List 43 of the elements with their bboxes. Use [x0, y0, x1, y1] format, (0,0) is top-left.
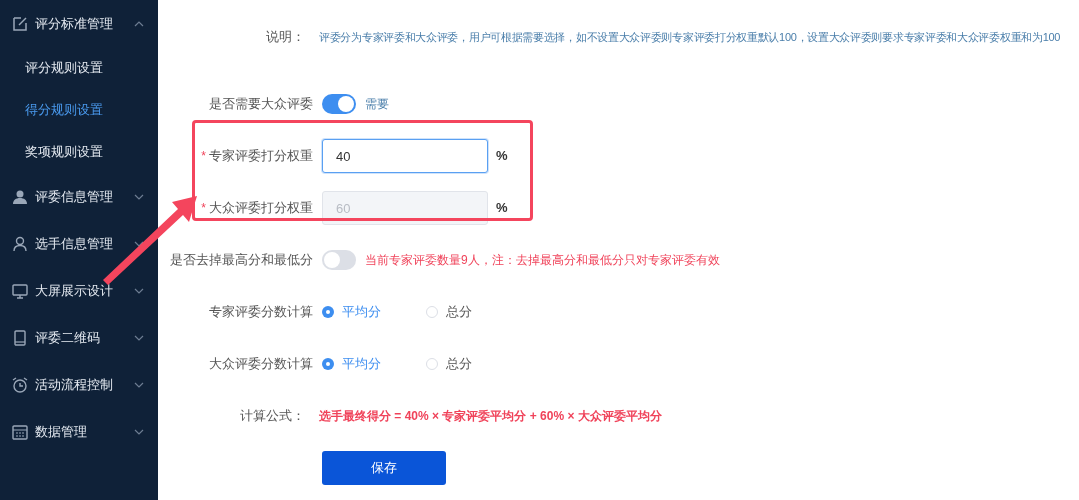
sidebar-item[interactable]: 评委信息管理 — [0, 173, 158, 220]
field-label: 专家评委打分权重 — [209, 147, 313, 166]
tablet-icon — [11, 328, 29, 347]
field-label: 大众评委打分权重 — [209, 199, 313, 218]
required-mark: * — [201, 200, 206, 217]
field-label: 说明： — [266, 28, 306, 47]
toggle-switch[interactable] — [322, 250, 356, 270]
calendar-icon — [11, 422, 29, 441]
field-label: 计算公式： — [240, 407, 306, 426]
radio-button[interactable] — [426, 358, 438, 370]
radio-button[interactable] — [426, 306, 438, 318]
alarm-clock-icon — [11, 375, 29, 394]
unit-label: % — [496, 147, 508, 166]
sidebar-item[interactable]: 数据管理 — [0, 408, 158, 455]
radio-label[interactable]: 总分 — [446, 354, 472, 374]
field-label: 是否去掉最高分和最低分 — [170, 251, 313, 270]
switch-note: 需要 — [365, 96, 389, 113]
radio-label[interactable]: 平均分 — [342, 354, 381, 374]
input-field[interactable]: 40 — [322, 139, 488, 173]
submenu-item[interactable]: 奖项规则设置 — [0, 131, 158, 173]
field-label: 专家评委分数计算 — [209, 303, 313, 322]
sidebar-item[interactable]: 大屏展示设计 — [0, 267, 158, 314]
user-outline-icon — [11, 234, 29, 253]
radio-button[interactable] — [322, 358, 334, 370]
submenu-item[interactable]: 得分规则设置 — [0, 89, 158, 131]
unit-label: % — [496, 199, 508, 218]
submenu-item[interactable]: 评分规则设置 — [0, 47, 158, 89]
sidebar-item[interactable]: 评委二维码 — [0, 314, 158, 361]
formula-text: 选手最终得分 = 40% × 专家评委平均分 + 60% × 大众评委平均分 — [319, 408, 662, 425]
monitor-icon — [11, 281, 29, 300]
required-mark: * — [201, 148, 206, 165]
sidebar-item[interactable]: 评分标准管理 — [0, 0, 158, 47]
radio-button[interactable] — [322, 306, 334, 318]
field-label: 大众评委分数计算 — [209, 355, 313, 374]
save-button[interactable]: 保存 — [322, 451, 446, 485]
field-label: 是否需要大众评委 — [209, 95, 313, 114]
radio-label[interactable]: 平均分 — [342, 302, 381, 322]
toggle-switch[interactable] — [322, 94, 356, 114]
description-text: 评委分为专家评委和大众评委，用户可根据需要选择，如不设置大众评委则专家评委打分权重默认100，设置大众评委则要求专家评委和大众评委权重和为100 — [319, 29, 1061, 45]
sidebar-item[interactable]: 活动流程控制 — [0, 361, 158, 408]
radio-label[interactable]: 总分 — [446, 302, 472, 322]
edit-icon — [11, 14, 29, 33]
warning-note: 当前专家评委数量9人，注：去掉最高分和最低分只对专家评委有效 — [365, 252, 720, 269]
